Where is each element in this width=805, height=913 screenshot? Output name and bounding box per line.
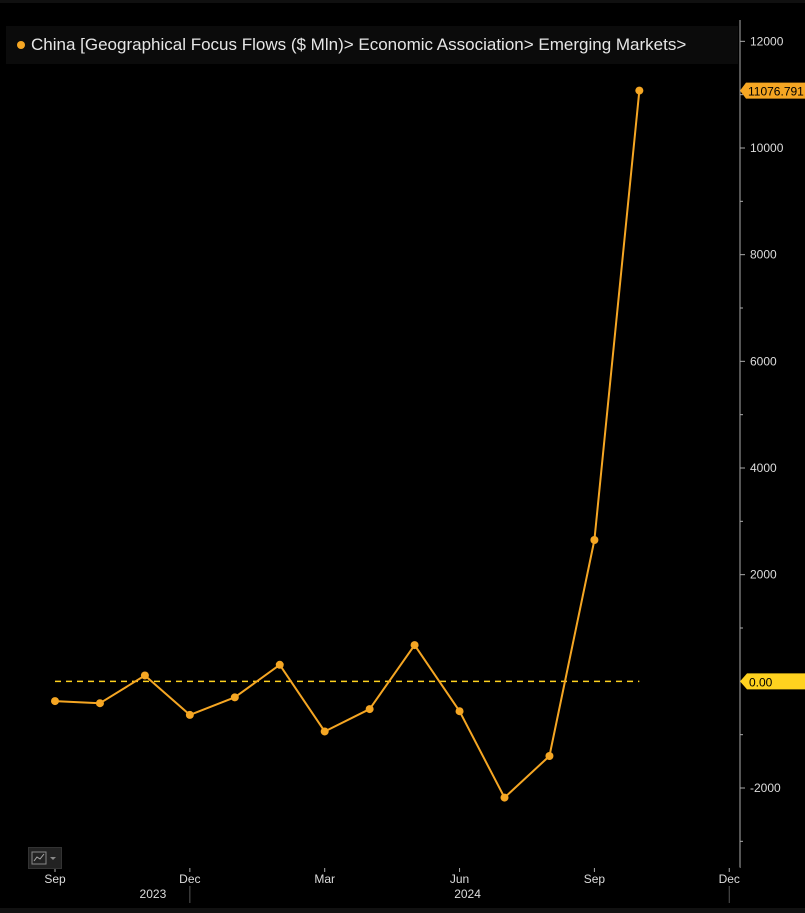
y-tick-label: 6000 [750, 354, 777, 368]
data-point [230, 693, 239, 702]
y-tick-label: 8000 [750, 248, 777, 262]
data-point [185, 710, 194, 719]
data-point [140, 671, 149, 680]
x-tick-label: Sep [584, 872, 606, 886]
y-tick-label: 4000 [750, 461, 777, 475]
x-tick-label: Dec [179, 872, 200, 886]
data-point [275, 660, 284, 669]
data-point [410, 641, 419, 650]
data-point [635, 86, 644, 95]
x-tick-label: Jun [450, 872, 469, 886]
line-chart-icon [31, 851, 56, 865]
x-tick-label: Sep [44, 872, 66, 886]
y-tick-label: -2000 [750, 781, 781, 795]
year-label: 2023 [140, 887, 167, 901]
data-point [500, 793, 509, 802]
data-point [455, 707, 464, 716]
y-tick-label: 12000 [750, 34, 784, 48]
bottom-strip [0, 908, 805, 913]
year-label: 2024 [454, 887, 481, 901]
chart-area: -2000 2000 4000 6000 8000 10000 12000 Sep Dec Mar… [30, 20, 805, 903]
data-point [545, 752, 554, 760]
zero-reference-label: 0.00 [749, 675, 773, 689]
legend-series-marker [17, 41, 25, 49]
data-point [95, 699, 104, 708]
chart-legend[interactable]: China [Geographical Focus Flows ($ Mln)>… [6, 26, 738, 64]
legend-series-label: China [Geographical Focus Flows ($ Mln)>… [31, 35, 687, 54]
series-line [54, 90, 641, 799]
data-point [320, 727, 329, 736]
data-point [590, 536, 599, 544]
y-tick-label: 2000 [750, 568, 777, 582]
x-tick-label: Mar [314, 872, 335, 886]
data-point [365, 705, 374, 714]
y-tick-label: 10000 [750, 141, 784, 155]
chart-type-selector[interactable] [28, 847, 62, 869]
last-value-label: 11076.791 [748, 85, 804, 99]
data-point [51, 697, 59, 706]
x-tick-label: Dec [719, 872, 740, 886]
